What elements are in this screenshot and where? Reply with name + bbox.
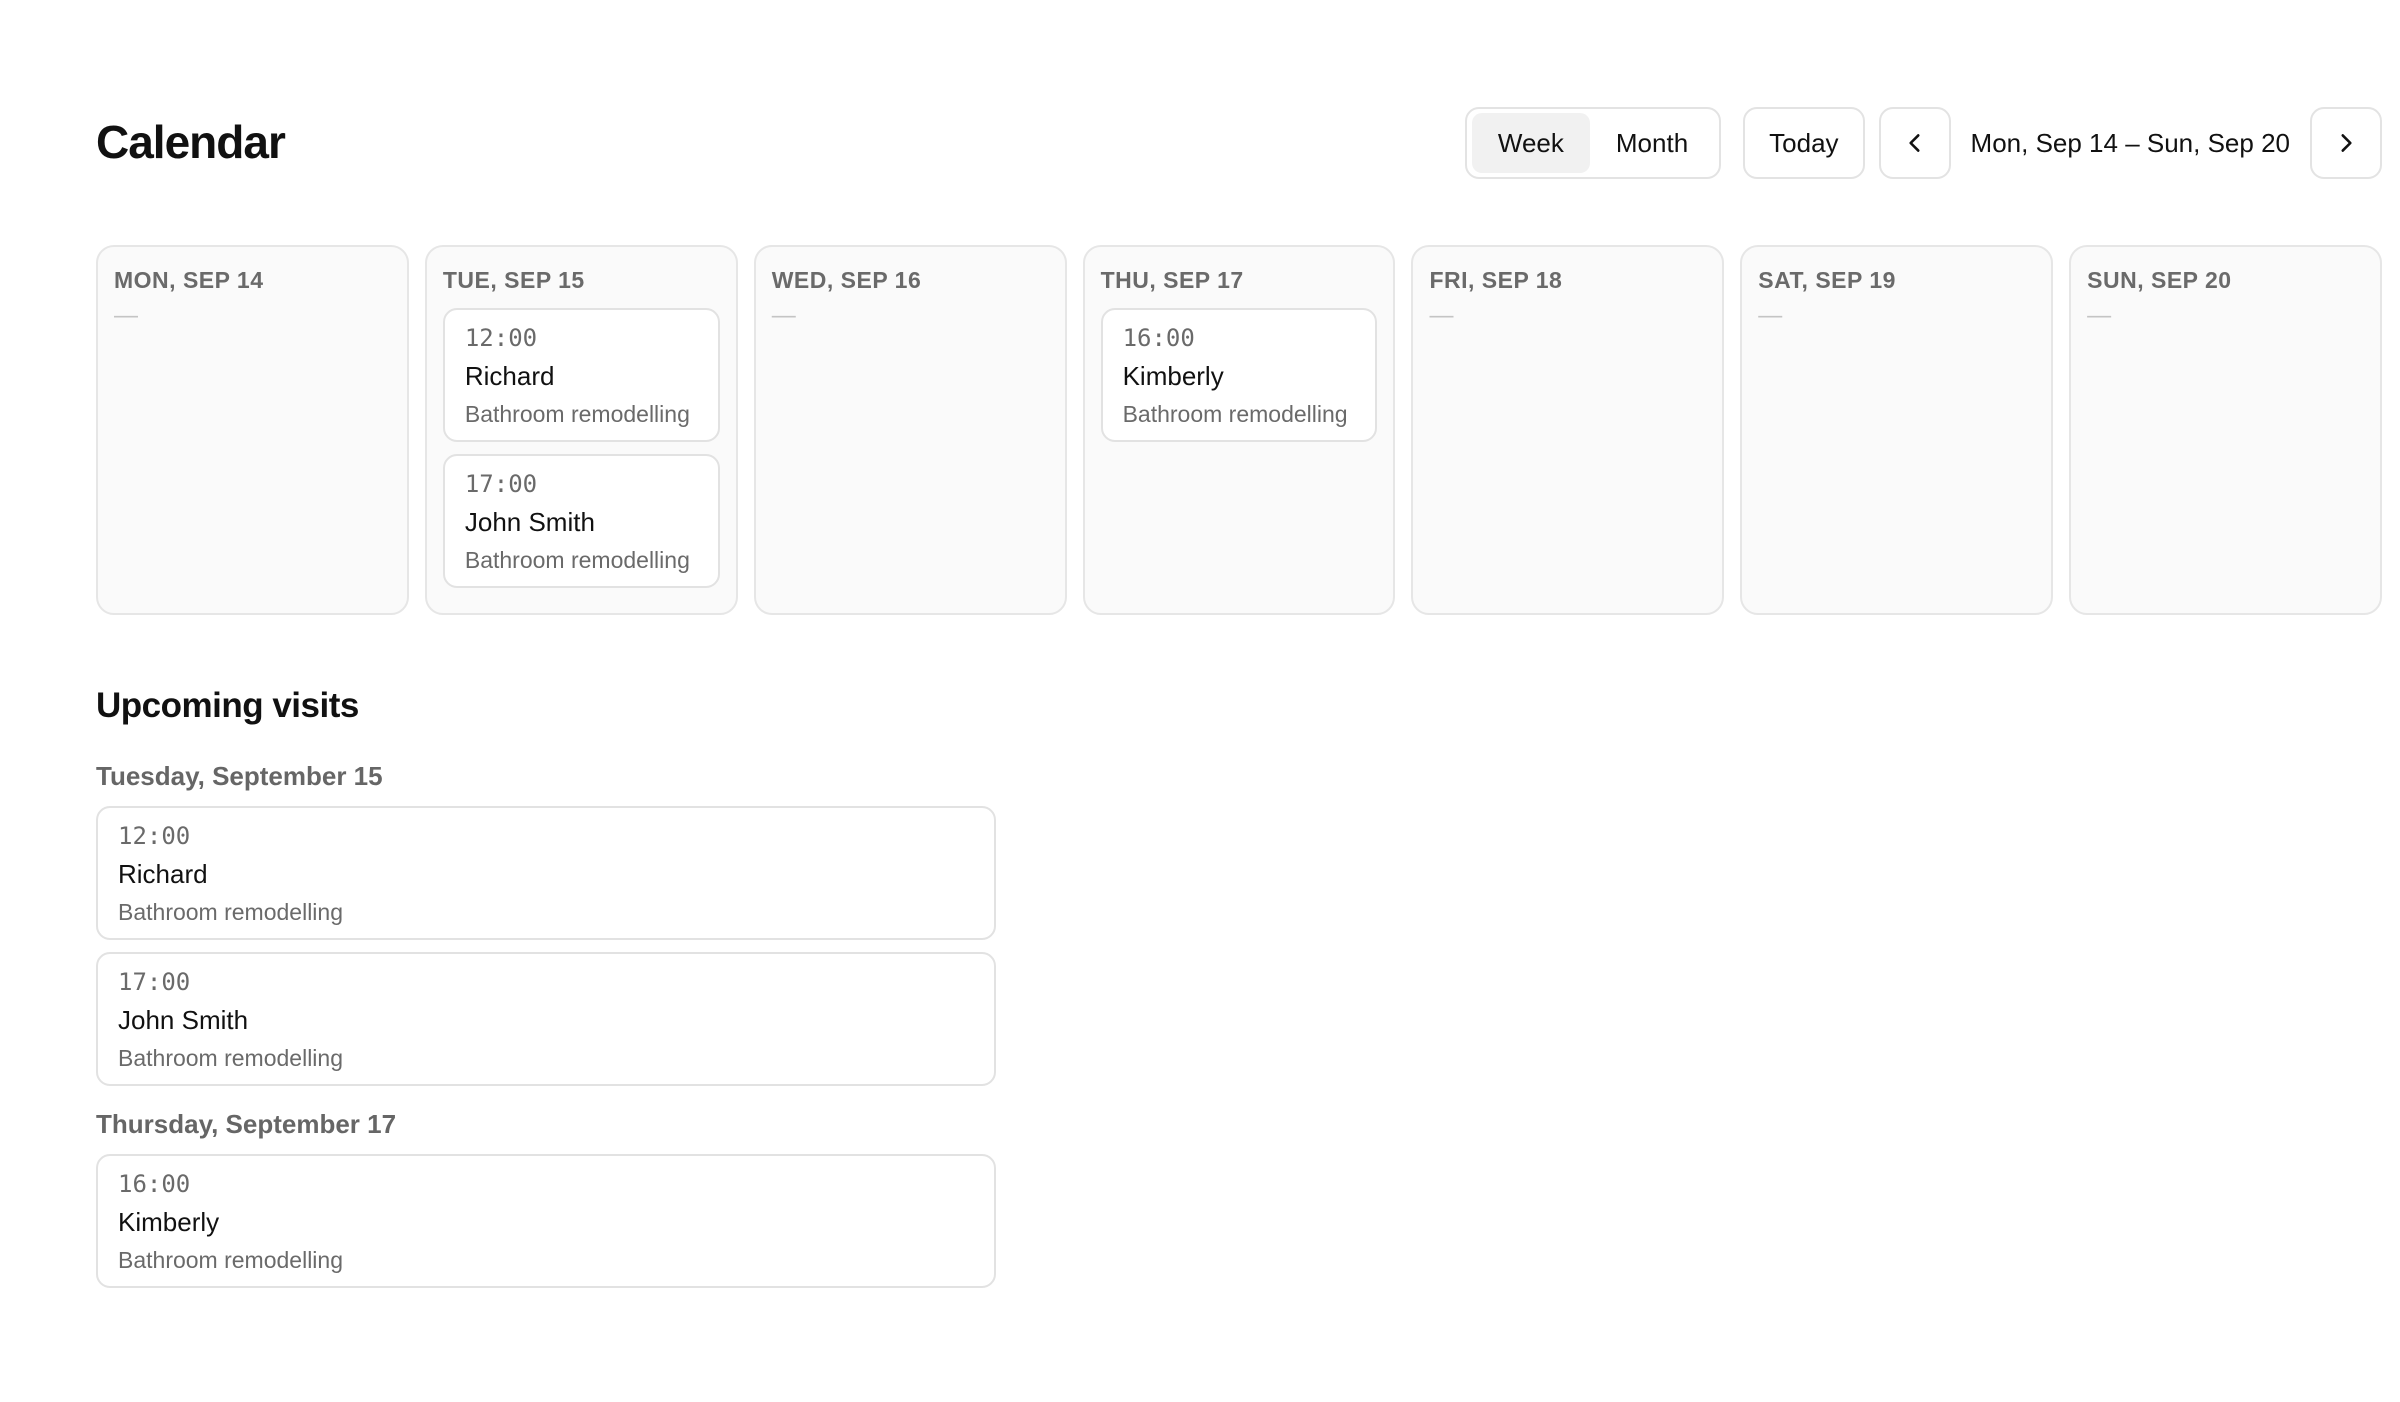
day-header: FRI, SEP 18 [1429, 267, 1563, 293]
day-column-wed[interactable]: WED, SEP 16 — [753, 245, 1067, 615]
visit-time: 12:00 [118, 822, 191, 850]
event-time: 12:00 [464, 324, 538, 352]
visit-card[interactable]: 17:00 John Smith Bathroom remodelling [96, 952, 996, 1086]
week-view-button[interactable]: Week [1471, 113, 1590, 173]
event-card[interactable]: 12:00 Richard Bathroom remodelling [442, 308, 720, 442]
event-time: 17:00 [464, 470, 538, 498]
chevron-right-icon [2341, 134, 2352, 152]
day-header: SUN, SEP 20 [2087, 267, 2232, 293]
event-description: Bathroom remodelling [464, 401, 690, 427]
upcoming-visits-section: Upcoming visits Tuesday, September 15 12… [96, 678, 996, 1288]
event-client-name: Richard [464, 361, 555, 391]
visit-description: Bathroom remodelling [118, 1247, 344, 1273]
event-card[interactable]: 17:00 John Smith Bathroom remodelling [442, 454, 720, 588]
month-view-button[interactable]: Month [1590, 113, 1714, 173]
empty-day-placeholder: — [771, 302, 796, 329]
day-header: WED, SEP 16 [771, 267, 922, 293]
day-header: THU, SEP 17 [1100, 267, 1244, 293]
day-header: MON, SEP 14 [114, 267, 264, 293]
page-title: Calendar [96, 116, 286, 168]
day-header: TUE, SEP 15 [442, 267, 585, 293]
visit-time: 17:00 [118, 968, 191, 996]
visit-card[interactable]: 12:00 Richard Bathroom remodelling [96, 806, 996, 940]
chevron-left-icon [1908, 134, 1920, 152]
calendar-controls: Week Month Today Mon, Sep 14 – Sun, Sep … [1464, 106, 2382, 180]
day-column-mon[interactable]: MON, SEP 14 — [96, 245, 409, 615]
visit-time: 16:00 [118, 1170, 191, 1198]
empty-day-placeholder: — [1429, 302, 1454, 329]
event-card[interactable]: 16:00 Kimberly Bathroom remodelling [1100, 308, 1378, 442]
next-week-button[interactable] [2310, 107, 2382, 179]
event-description: Bathroom remodelling [1122, 401, 1348, 427]
visit-group-date: Thursday, September 17 [96, 1109, 397, 1139]
visit-client-name: Kimberly [118, 1207, 220, 1237]
visit-group-date: Tuesday, September 15 [96, 761, 383, 791]
empty-day-placeholder: — [2087, 302, 2112, 329]
day-column-sat[interactable]: SAT, SEP 19 — [1740, 245, 2054, 615]
visit-description: Bathroom remodelling [118, 1045, 344, 1071]
event-description: Bathroom remodelling [464, 547, 690, 573]
day-header: SAT, SEP 19 [1758, 267, 1896, 293]
visit-group: Tuesday, September 15 12:00 Richard Bath… [96, 760, 996, 1086]
view-toggle: Week Month [1464, 107, 1722, 179]
visit-description: Bathroom remodelling [118, 899, 344, 925]
visit-group: Thursday, September 17 16:00 Kimberly Ba… [96, 1108, 996, 1288]
day-column-sun[interactable]: SUN, SEP 20 — [2069, 245, 2383, 615]
day-column-thu[interactable]: THU, SEP 17 16:00 Kimberly Bathroom remo… [1082, 245, 1396, 615]
date-range-label: Mon, Sep 14 – Sun, Sep 20 [1970, 127, 2290, 158]
empty-day-placeholder: — [1758, 302, 1783, 329]
calendar-header: Calendar Week Month Today Mon, Sep 14 – … [96, 106, 2382, 180]
event-time: 16:00 [1122, 324, 1195, 352]
visit-card[interactable]: 16:00 Kimberly Bathroom remodelling [96, 1154, 996, 1288]
visit-client-name: John Smith [118, 1005, 249, 1035]
empty-day-placeholder: — [114, 302, 138, 329]
week-grid: MON, SEP 14 — TUE, SEP 15 12:00 Richard … [96, 245, 2383, 615]
upcoming-visits-title: Upcoming visits [96, 686, 359, 725]
today-button[interactable]: Today [1743, 107, 1865, 179]
visit-client-name: Richard [118, 859, 208, 889]
prev-week-button[interactable] [1878, 107, 1951, 179]
day-column-tue[interactable]: TUE, SEP 15 12:00 Richard Bathroom remod… [424, 245, 738, 615]
calendar-page: Calendar Week Month Today Mon, Sep 14 – … [0, 0, 2400, 1402]
event-client-name: Kimberly [1122, 361, 1224, 391]
day-column-fri[interactable]: FRI, SEP 18 — [1411, 245, 1725, 615]
event-client-name: John Smith [464, 507, 595, 537]
